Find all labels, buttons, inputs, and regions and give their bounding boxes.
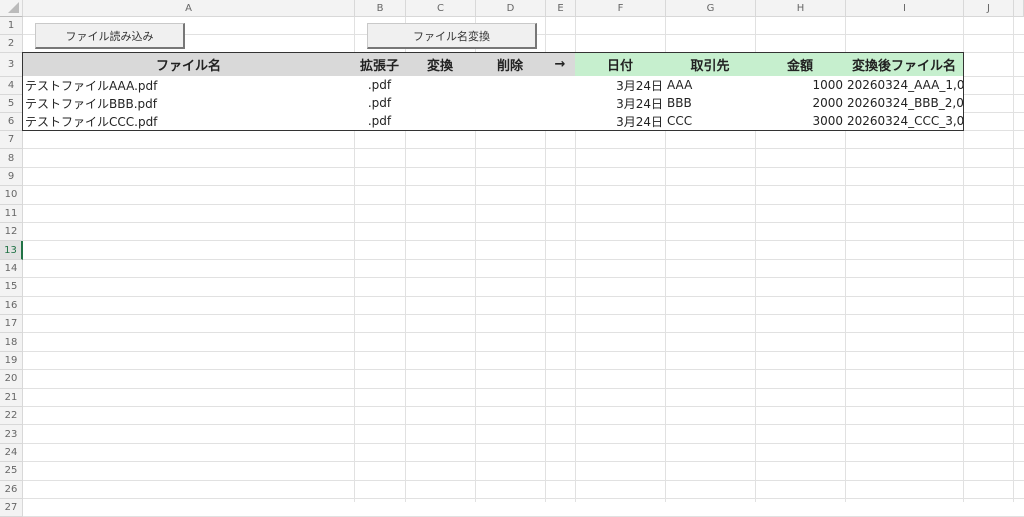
row-header-13[interactable]: 13 (0, 241, 23, 260)
table-cell[interactable] (405, 94, 476, 113)
table-header-cell[interactable]: 変換後ファイル名 (845, 52, 964, 77)
table-cell[interactable]: 20260324_AAA_1,000 (845, 76, 964, 95)
row-header-10[interactable]: 10 (0, 186, 23, 205)
load-files-button[interactable]: ファイル読み込み (35, 23, 185, 49)
column-header-a[interactable]: A (23, 0, 355, 17)
table-cell[interactable]: 20260324_BBB_2,000 (845, 94, 964, 113)
table-cell[interactable] (475, 112, 546, 131)
row-header-19[interactable]: 19 (0, 351, 23, 371)
row-header-16[interactable]: 16 (0, 296, 23, 315)
gridline-horizontal (23, 461, 1024, 463)
gridline-horizontal (23, 350, 1024, 352)
gridline-horizontal (23, 203, 1024, 205)
table-cell[interactable]: テストファイルCCC.pdf (22, 112, 355, 131)
table-cell[interactable] (545, 76, 576, 95)
gridline-horizontal (23, 406, 1024, 407)
table-cell[interactable]: 3月24日 (575, 94, 666, 113)
row-header-17[interactable]: 17 (0, 315, 23, 334)
table-header-cell[interactable]: 拡張子 (354, 52, 406, 77)
gridline-horizontal (23, 387, 1024, 389)
row-header-14[interactable]: 14 (0, 259, 23, 279)
table-header-cell[interactable]: 削除 (475, 52, 546, 77)
row-header-20[interactable]: 20 (0, 370, 23, 389)
gridline-horizontal (23, 424, 1024, 426)
table-cell[interactable]: .pdf (354, 76, 406, 95)
row-header-24[interactable]: 24 (0, 443, 23, 463)
row-header-5[interactable]: 5 (0, 95, 23, 113)
gridline-horizontal (23, 369, 1024, 371)
row-header-18[interactable]: 18 (0, 333, 23, 352)
gridline-horizontal (23, 442, 1024, 444)
column-header-h[interactable]: H (756, 0, 846, 17)
table-cell[interactable] (475, 94, 546, 113)
row-header-21[interactable]: 21 (0, 388, 23, 407)
column-header-g[interactable]: G (666, 0, 756, 17)
table-cell[interactable]: .pdf (354, 94, 406, 113)
table-header-cell[interactable]: ファイル名 (22, 52, 355, 77)
gridline-horizontal (23, 148, 1024, 150)
table-header-cell[interactable]: 取引先 (665, 52, 756, 77)
table-cell[interactable] (405, 76, 476, 95)
table-cell[interactable]: BBB (665, 94, 756, 113)
table-cell[interactable]: 3月24日 (575, 112, 666, 131)
table-cell[interactable]: 3月24日 (575, 76, 666, 95)
table-header-cell[interactable]: 変換 (405, 52, 476, 77)
gridline-horizontal (23, 222, 1024, 223)
gridline-horizontal (23, 295, 1024, 297)
table-cell[interactable]: 3000 (755, 112, 846, 131)
table-cell[interactable]: 1000 (755, 76, 846, 95)
column-header-c[interactable]: C (406, 0, 476, 17)
row-header-12[interactable]: 12 (0, 223, 23, 242)
gridline-horizontal (23, 240, 1024, 242)
table-cell[interactable]: AAA (665, 76, 756, 95)
row-header-26[interactable]: 26 (0, 480, 23, 499)
column-header-i[interactable]: I (846, 0, 964, 17)
gridline-horizontal (23, 314, 1024, 315)
column-header-e[interactable]: E (546, 0, 576, 17)
table-cell[interactable]: .pdf (354, 112, 406, 131)
table-cell[interactable] (475, 76, 546, 95)
gridline-horizontal (23, 479, 1024, 481)
table-cell[interactable]: 2000 (755, 94, 846, 113)
row-header-11[interactable]: 11 (0, 204, 23, 223)
row-header-9[interactable]: 9 (0, 167, 23, 187)
gridline-horizontal (23, 277, 1024, 279)
column-header-d[interactable]: D (476, 0, 546, 17)
table-header-cell[interactable]: 金額 (755, 52, 846, 77)
row-header-22[interactable]: 22 (0, 407, 23, 426)
table-cell[interactable]: CCC (665, 112, 756, 131)
row-header-6[interactable]: 6 (0, 113, 23, 131)
gridline-horizontal (23, 332, 1024, 334)
row-header-1[interactable]: 1 (0, 17, 23, 35)
row-header-8[interactable]: 8 (0, 149, 23, 168)
table-cell[interactable] (405, 112, 476, 131)
row-header-2[interactable]: 2 (0, 35, 23, 53)
table-cell[interactable] (545, 112, 576, 131)
row-header-23[interactable]: 23 (0, 425, 23, 444)
gridline-horizontal (23, 258, 1024, 260)
spreadsheet-grid[interactable]: A B C D E F G H I J 1 2 3 4 5 6 7 8 9 10 11 12 13 14 15 16 17 18 19 2… (0, 0, 1024, 517)
row-header-25[interactable]: 25 (0, 462, 23, 481)
column-header-f[interactable]: F (576, 0, 666, 17)
row-header-4[interactable]: 4 (0, 77, 23, 95)
gridline-horizontal (23, 185, 1024, 187)
gridline-horizontal (23, 166, 1024, 168)
select-all-corner[interactable] (0, 0, 23, 17)
convert-filenames-button[interactable]: ファイル名変換 (367, 23, 537, 49)
row-header-3[interactable]: 3 (0, 53, 23, 77)
table-header-cell[interactable]: 日付 (575, 52, 666, 77)
gridline-horizontal (23, 498, 1024, 499)
column-header-b[interactable]: B (355, 0, 406, 17)
table-cell[interactable] (545, 94, 576, 113)
row-header-7[interactable]: 7 (0, 131, 23, 150)
column-header-j[interactable]: J (964, 0, 1014, 17)
row-header-15[interactable]: 15 (0, 278, 23, 297)
table-cell[interactable]: テストファイルAAA.pdf (22, 76, 355, 95)
table-cell[interactable]: テストファイルBBB.pdf (22, 94, 355, 113)
table-header-cell[interactable]: → (545, 52, 576, 77)
table-cell[interactable]: 20260324_CCC_3,000 (845, 112, 964, 131)
column-header-blank[interactable] (1014, 0, 1024, 17)
